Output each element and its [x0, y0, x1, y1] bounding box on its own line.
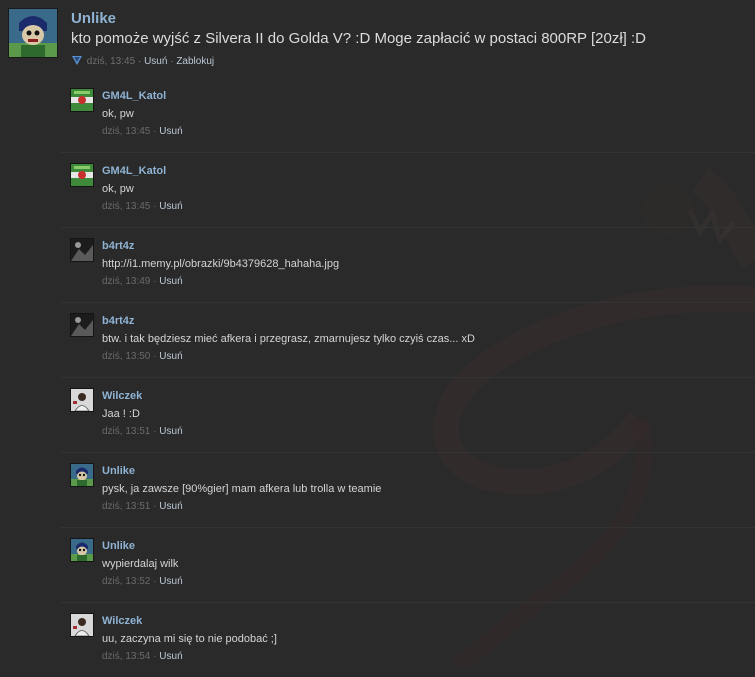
- comment-timestamp: dziś, 13:50: [102, 351, 151, 362]
- comment-meta: dziś, 13:50 · Usuń: [102, 351, 183, 362]
- comment-timestamp: dziś, 13:54: [102, 651, 151, 662]
- delete-link[interactable]: Usuń: [159, 126, 182, 137]
- comment-timestamp: dziś, 13:51: [102, 501, 151, 512]
- comment-meta: dziś, 13:51 · Usuń: [102, 426, 183, 437]
- comment-meta: dziś, 13:45 · Usuń: [102, 201, 183, 212]
- comment-text: ok, pw: [102, 183, 134, 195]
- comment-item: GM4L_Katol ok, pw dziś, 13:45 · Usuń: [61, 152, 755, 227]
- green-flag-avatar-icon: [71, 89, 93, 111]
- cartoon-avatar-icon: [71, 464, 93, 486]
- block-link[interactable]: Zablokuj: [176, 56, 214, 67]
- separator: ·: [153, 351, 157, 362]
- dark-avatar-icon: [71, 314, 93, 336]
- delete-link[interactable]: Usuń: [159, 576, 182, 587]
- main-post: Unlike kto pomoże wyjść z Silvera II do …: [8, 8, 748, 68]
- delete-link[interactable]: Usuń: [159, 276, 182, 287]
- comment-text: Jaa ! :D: [102, 408, 140, 420]
- comment-item: GM4L_Katol ok, pw dziś, 13:45 · Usuń: [61, 78, 755, 152]
- separator: ·: [137, 56, 142, 67]
- post-text: kto pomoże wyjść z Silvera II do Golda V…: [71, 30, 646, 47]
- comment-avatar[interactable]: [70, 538, 94, 562]
- comment-timestamp: dziś, 13:49: [102, 276, 151, 287]
- comment-text: ok, pw: [102, 108, 134, 120]
- cartoon-avatar-icon: [9, 9, 57, 57]
- comment-avatar[interactable]: [70, 463, 94, 487]
- comment-avatar[interactable]: [70, 613, 94, 637]
- comment-timestamp: dziś, 13:45: [102, 126, 151, 137]
- delete-link[interactable]: Usuń: [159, 651, 182, 662]
- comment-author-link[interactable]: GM4L_Katol: [102, 90, 166, 102]
- delete-link[interactable]: Usuń: [144, 56, 167, 67]
- comment-text: wypierdalaj wilk: [102, 558, 179, 570]
- comment-item: b4rt4z btw. i tak będziesz mieć afkera i…: [61, 302, 755, 377]
- comment-meta: dziś, 13:54 · Usuń: [102, 651, 183, 662]
- comment-avatar[interactable]: [70, 163, 94, 187]
- delete-link[interactable]: Usuń: [159, 201, 182, 212]
- comment-meta: dziś, 13:51 · Usuń: [102, 501, 183, 512]
- comment-timestamp: dziś, 13:52: [102, 576, 151, 587]
- separator: ·: [153, 501, 157, 512]
- comment-text: uu, zaczyna mi się to nie podobać ;]: [102, 633, 277, 645]
- comment-meta: dziś, 13:52 · Usuń: [102, 576, 183, 587]
- comment-meta: dziś, 13:45 · Usuń: [102, 126, 183, 137]
- post-author-avatar[interactable]: [8, 8, 58, 58]
- comment-timestamp: dziś, 13:45: [102, 201, 151, 212]
- delete-link[interactable]: Usuń: [159, 351, 182, 362]
- comment-text: btw. i tak będziesz mieć afkera i przegr…: [102, 333, 475, 345]
- comment-author-link[interactable]: b4rt4z: [102, 315, 134, 327]
- separator: ·: [153, 126, 157, 137]
- comment-list: GM4L_Katol ok, pw dziś, 13:45 · Usuń GM4…: [61, 78, 755, 677]
- comment-author-link[interactable]: b4rt4z: [102, 240, 134, 252]
- comment-author-link[interactable]: Unlike: [102, 465, 135, 477]
- comment-avatar[interactable]: [70, 313, 94, 337]
- post-timestamp: dziś, 13:45: [86, 56, 136, 67]
- feed-icon: [72, 56, 82, 65]
- comment-timestamp: dziś, 13:51: [102, 426, 151, 437]
- comment-avatar[interactable]: [70, 88, 94, 112]
- separator: ·: [153, 201, 157, 212]
- post-meta: dziś, 13:45 · Usuń · Zablokuj: [71, 54, 214, 67]
- comment-item: Unlike pysk, ja zawsze [90%gier] mam afk…: [61, 452, 755, 527]
- delete-link[interactable]: Usuń: [159, 501, 182, 512]
- separator: ·: [153, 651, 157, 662]
- separator: ·: [153, 276, 157, 287]
- comment-text: pysk, ja zawsze [90%gier] mam afkera lub…: [102, 483, 382, 495]
- comment-avatar[interactable]: [70, 388, 94, 412]
- person-avatar-icon: [71, 614, 93, 636]
- comment-text: http://i1.memy.pl/obrazki/9b4379628_haha…: [102, 258, 340, 270]
- comment-author-link[interactable]: Wilczek: [102, 615, 142, 627]
- comment-avatar[interactable]: [70, 238, 94, 262]
- comment-meta: dziś, 13:49 · Usuń: [102, 276, 183, 287]
- separator: ·: [170, 56, 174, 67]
- person-avatar-icon: [71, 389, 93, 411]
- separator: ·: [153, 576, 157, 587]
- comment-item: b4rt4z http://i1.memy.pl/obrazki/9b43796…: [61, 227, 755, 302]
- comment-item: Wilczek Jaa ! :D dziś, 13:51 · Usuń: [61, 377, 755, 452]
- comment-author-link[interactable]: Unlike: [102, 540, 135, 552]
- separator: ·: [153, 426, 157, 437]
- dark-avatar-icon: [71, 239, 93, 261]
- cartoon-avatar-icon: [71, 539, 93, 561]
- comment-item: Unlike wypierdalaj wilk dziś, 13:52 · Us…: [61, 527, 755, 602]
- post-author-link[interactable]: Unlike: [71, 10, 116, 27]
- comment-author-link[interactable]: GM4L_Katol: [102, 165, 166, 177]
- delete-link[interactable]: Usuń: [159, 426, 182, 437]
- comment-author-link[interactable]: Wilczek: [102, 390, 142, 402]
- green-flag-avatar-icon: [71, 164, 93, 186]
